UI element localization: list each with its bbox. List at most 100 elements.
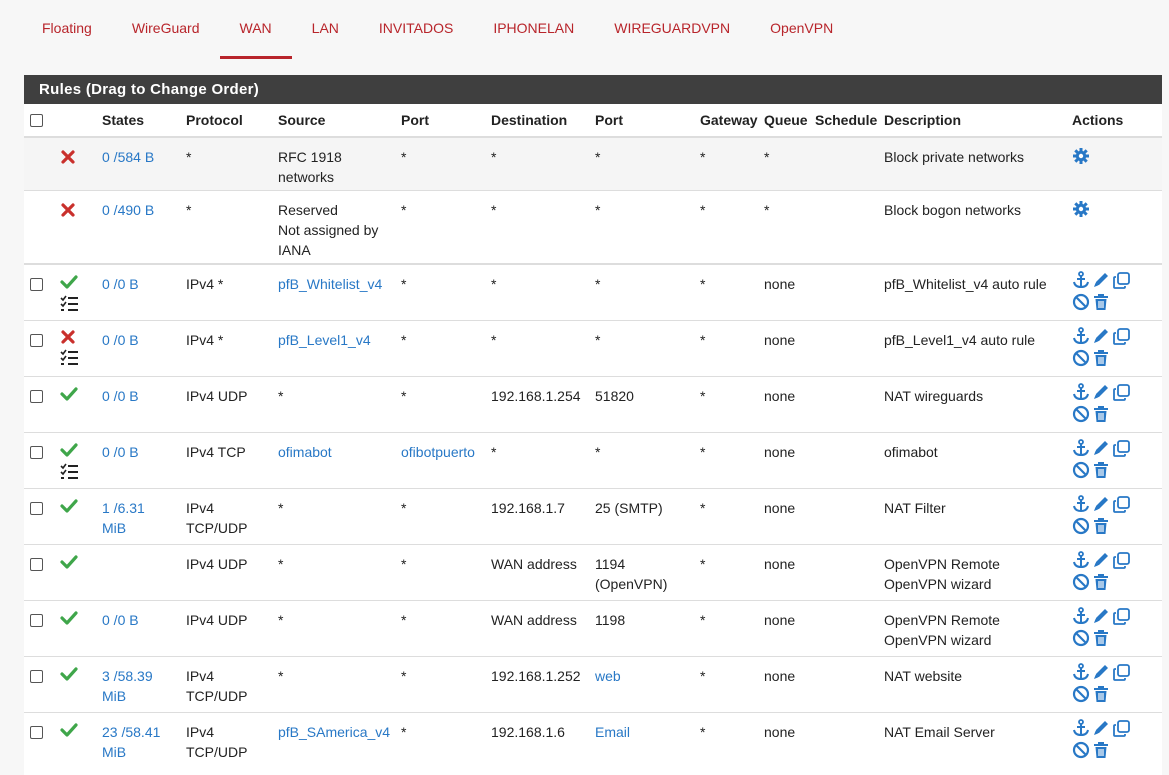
copy-rule-button[interactable] (1112, 607, 1132, 625)
disable-rule-button[interactable] (1072, 685, 1092, 703)
delete-rule-button[interactable] (1092, 405, 1112, 423)
copy-rule-button[interactable] (1112, 327, 1132, 345)
column-header-queue[interactable]: Queue (758, 104, 809, 138)
destination-port-alias-link[interactable]: Email (595, 724, 630, 740)
source-alias-link[interactable]: pfB_Level1_v4 (278, 332, 371, 348)
rule-row[interactable]: 0 /0 B IPv4 * pfB_Whitelist_v4 * * * * none pfB_… (24, 263, 1162, 320)
states-link[interactable]: 0 /0 B (102, 332, 139, 348)
tab-lan[interactable]: LAN (292, 0, 359, 59)
edit-rule-button[interactable] (1092, 720, 1112, 737)
rule-select-checkbox[interactable] (30, 725, 43, 739)
copy-rule-button[interactable] (1112, 495, 1132, 513)
edit-rule-button[interactable] (1092, 328, 1112, 345)
column-header-schedule[interactable]: Schedule (809, 104, 878, 138)
rule-select-checkbox[interactable] (30, 557, 43, 571)
states-link[interactable]: 0 /0 B (102, 444, 139, 460)
edit-rule-button[interactable] (1092, 273, 1112, 289)
copy-rule-button[interactable] (1112, 383, 1132, 401)
move-anchor-button[interactable] (1072, 718, 1092, 737)
copy-rule-button[interactable] (1112, 719, 1132, 737)
rule-row[interactable]: 0 /0 B IPv4 TCP ofimabot ofibotpuerto * * * non… (24, 431, 1162, 488)
states-link[interactable]: 0 /0 B (102, 612, 139, 628)
disable-rule-button[interactable] (1072, 405, 1092, 423)
rule-select-checkbox[interactable] (30, 389, 43, 403)
states-link-unit[interactable]: MiB (102, 688, 126, 704)
rule-row[interactable]: 23 /58.41 MiB IPv4 TCP/UDP pfB_SAmerica_v4 * 1… (24, 711, 1162, 768)
copy-rule-button[interactable] (1112, 439, 1132, 457)
states-link[interactable]: 0 /0 B (102, 388, 139, 404)
column-header-states[interactable]: States (96, 104, 180, 138)
settings-button[interactable] (1072, 200, 1092, 218)
rule-row[interactable]: 0 /0 B IPv4 UDP * * 192.168.1.254 51820 * none N… (24, 375, 1162, 432)
move-anchor-button[interactable] (1072, 271, 1092, 289)
states-link-unit[interactable]: MiB (102, 520, 126, 536)
tab-floating[interactable]: Floating (22, 0, 112, 59)
delete-rule-button[interactable] (1092, 294, 1112, 311)
edit-rule-button[interactable] (1092, 608, 1112, 625)
destination-port-alias-link[interactable]: web (595, 668, 621, 684)
disable-rule-button[interactable] (1072, 293, 1092, 311)
source-alias-link[interactable]: pfB_SAmerica_v4 (278, 724, 390, 740)
rule-row[interactable]: IPv4 UDP * * WAN address 1194 (OpenVPN) * none O… (24, 543, 1162, 600)
column-header-source-port[interactable]: Port (395, 104, 485, 138)
source-port-alias-link[interactable]: ofibotpuerto (401, 444, 475, 460)
states-link[interactable]: 23 /58.41 (102, 724, 160, 740)
delete-rule-button[interactable] (1092, 629, 1112, 647)
edit-rule-button[interactable] (1092, 496, 1112, 513)
move-anchor-button[interactable] (1072, 382, 1092, 401)
states-link[interactable]: 3 /58.39 (102, 668, 153, 684)
tab-iphonelan[interactable]: IPHONELAN (473, 0, 594, 59)
settings-button[interactable] (1072, 148, 1092, 165)
column-header-destination-port[interactable]: Port (589, 104, 694, 138)
select-all-checkbox[interactable] (30, 114, 43, 127)
states-link[interactable]: 0 /490 B (102, 202, 154, 218)
delete-rule-button[interactable] (1092, 461, 1112, 479)
column-header-destination[interactable]: Destination (485, 104, 589, 138)
delete-rule-button[interactable] (1092, 573, 1112, 591)
copy-rule-button[interactable] (1112, 663, 1132, 681)
move-anchor-button[interactable] (1072, 550, 1092, 569)
states-link-unit[interactable]: MiB (102, 744, 126, 760)
rule-select-checkbox[interactable] (30, 445, 43, 459)
tab-wan[interactable]: WAN (219, 0, 292, 59)
edit-rule-button[interactable] (1092, 664, 1112, 681)
disable-rule-button[interactable] (1072, 629, 1092, 647)
column-header-source[interactable]: Source (272, 104, 395, 138)
tab-wireguard[interactable]: WireGuard (112, 0, 220, 59)
rule-row[interactable]: 0 /0 B IPv4 * pfB_Level1_v4 * * * * none pfB_Lev… (24, 319, 1162, 376)
edit-rule-button[interactable] (1092, 440, 1112, 457)
states-link[interactable]: 0 /0 B (102, 276, 139, 292)
rule-select-checkbox[interactable] (30, 501, 43, 515)
disable-rule-button[interactable] (1072, 461, 1092, 479)
source-alias-link[interactable]: ofimabot (278, 444, 332, 460)
column-header-description[interactable]: Description (878, 104, 1066, 138)
move-anchor-button[interactable] (1072, 606, 1092, 625)
disable-rule-button[interactable] (1072, 741, 1092, 759)
column-header-gateway[interactable]: Gateway (694, 104, 758, 138)
states-link[interactable]: 1 /6.31 (102, 500, 145, 516)
rule-row[interactable]: 3 /58.39 MiB IPv4 TCP/UDP * * 192.168.1.252 web… (24, 655, 1162, 712)
delete-rule-button[interactable] (1092, 741, 1112, 759)
disable-rule-button[interactable] (1072, 573, 1092, 591)
tab-openvpn[interactable]: OpenVPN (750, 0, 853, 59)
delete-rule-button[interactable] (1092, 349, 1112, 367)
copy-rule-button[interactable] (1112, 551, 1132, 569)
disable-rule-button[interactable] (1072, 349, 1092, 367)
delete-rule-button[interactable] (1092, 517, 1112, 535)
delete-rule-button[interactable] (1092, 685, 1112, 703)
move-anchor-button[interactable] (1072, 494, 1092, 513)
rule-select-checkbox[interactable] (30, 669, 43, 683)
move-anchor-button[interactable] (1072, 438, 1092, 457)
column-header-protocol[interactable]: Protocol (180, 104, 272, 138)
copy-rule-button[interactable] (1112, 272, 1132, 289)
source-alias-link[interactable]: pfB_Whitelist_v4 (278, 276, 382, 292)
rule-row[interactable]: 0 /0 B IPv4 UDP * * WAN address 1198 * none Open… (24, 599, 1162, 656)
tab-wireguardvpn[interactable]: WIREGUARDVPN (594, 0, 750, 59)
edit-rule-button[interactable] (1092, 552, 1112, 569)
move-anchor-button[interactable] (1072, 662, 1092, 681)
move-anchor-button[interactable] (1072, 326, 1092, 345)
tab-invitados[interactable]: INVITADOS (359, 0, 473, 59)
rule-row[interactable]: 1 /6.31 MiB IPv4 TCP/UDP * * 192.168.1.7 25 (SM… (24, 487, 1162, 544)
edit-rule-button[interactable] (1092, 384, 1112, 401)
disable-rule-button[interactable] (1072, 517, 1092, 535)
